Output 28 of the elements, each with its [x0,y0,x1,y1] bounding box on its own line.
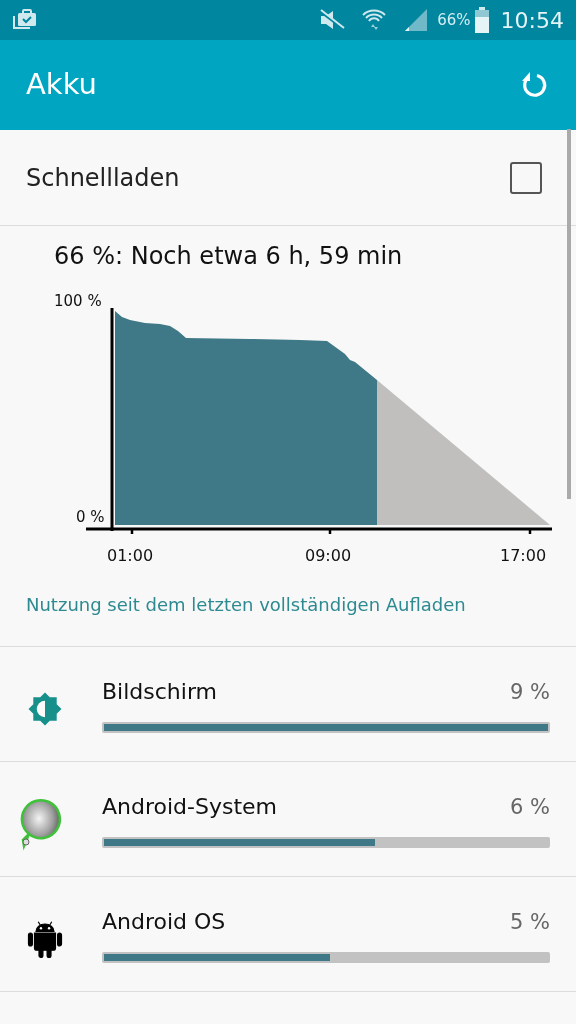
usage-percent: 9 % [510,678,550,706]
x-axis-label: 09:00 [305,545,352,567]
app-usage-row[interactable]: Android-System 6 % [0,762,576,877]
app-name: Bildschirm [102,677,218,706]
y-axis-label: 0 % [76,507,105,528]
usage-percent: 6 % [510,793,550,821]
remaining-time-estimate: 66 %: Noch etwa 6 h, 59 min [54,242,403,270]
signal-icon [403,7,430,33]
y-axis-label: 100 % [54,291,102,312]
x-axis-label: 01:00 [107,545,154,567]
fast-charge-label: Schnellladen [26,162,181,194]
app-usage-row[interactable]: Android OS 5 % [0,877,576,992]
usage-since-charge-link[interactable]: Nutzung seit dem letzten vollständigen Aufladen [26,594,466,615]
app-bar-title: Akku [26,66,98,104]
android-robot-icon [27,919,63,959]
battery-icon [474,7,489,33]
battery-percent: 66% [437,9,471,31]
app-name: Android OS [102,907,227,936]
fast-charge-checkbox[interactable] [510,161,542,194]
brightness-icon [27,691,63,727]
clock-time: 10:54 [500,6,564,35]
app-name: Android-System [102,792,279,821]
usage-percent: 5 % [510,908,550,936]
app-usage-row[interactable]: Bildschirm 9 % [0,647,576,762]
x-axis-label: 17:00 [500,545,547,567]
mute-icon [319,9,346,31]
refresh-icon[interactable] [520,71,548,99]
briefcase-check-icon [12,8,38,32]
